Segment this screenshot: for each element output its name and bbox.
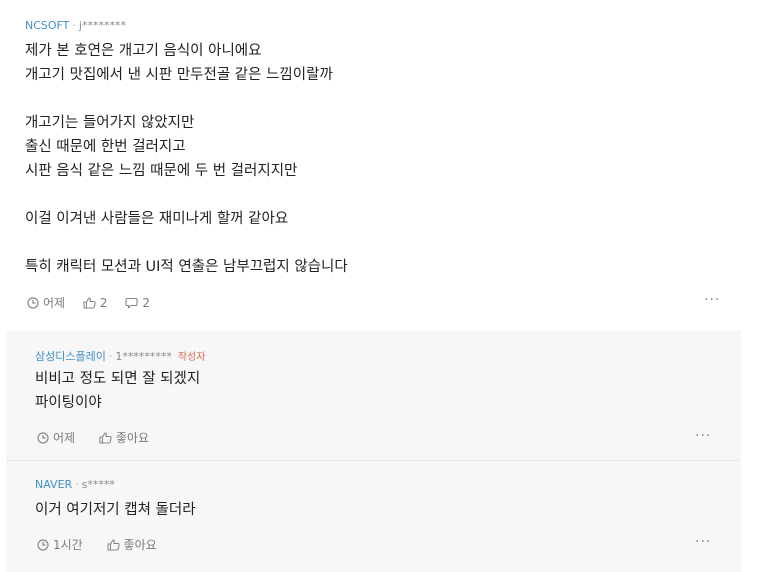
- timestamp: 어제: [37, 429, 75, 446]
- separator: ·: [72, 19, 76, 32]
- reply-body: 이거 여기저기 캡쳐 돌더라: [35, 498, 196, 522]
- user-id: s*****: [81, 478, 115, 491]
- comment-line: 이걸 이겨낸 사람들은 재미나게 할꺼 같아요: [25, 211, 289, 227]
- time-text: 어제: [43, 296, 66, 310]
- user-id: 1*********: [115, 350, 172, 363]
- like-label: 좋아요: [115, 431, 150, 445]
- company-name[interactable]: 삼성디스플레이: [35, 350, 106, 363]
- like-count: 2: [99, 295, 108, 310]
- author-badge: 작성자: [177, 352, 206, 363]
- thumbs-up-icon: [83, 296, 96, 309]
- reply-meta: NAVER · s*****: [35, 478, 115, 491]
- like-button[interactable]: 2: [83, 296, 108, 310]
- comment-line: [25, 183, 348, 207]
- like-button[interactable]: 좋아요: [99, 429, 149, 446]
- time-text: 1시간: [53, 538, 83, 552]
- more-options-icon[interactable]: ···: [695, 428, 711, 444]
- reply: 삼성디스플레이 · 1********* 작성자 비비고 정도 되면 잘 되겠지 파이…: [6, 330, 741, 460]
- comment-line: [25, 87, 348, 111]
- reply: NAVER · s***** 이거 여기저기 캡쳐 돌더라 1시간 좋아요 ···: [6, 461, 741, 572]
- more-options-icon[interactable]: ···: [695, 534, 711, 550]
- separator: ·: [75, 478, 79, 491]
- comment-line: 개고기는 들어가지 않았지만: [25, 115, 195, 131]
- thumbs-up-icon: [99, 431, 112, 444]
- comment-line: 제가 본 호연은 개고기 음식이 아니에요: [25, 43, 262, 59]
- time-text: 어제: [53, 431, 76, 445]
- separator: ·: [108, 350, 113, 363]
- comment-line: 개고기 맛집에서 낸 시판 만두전골 같은 느낌이랄까: [25, 67, 333, 83]
- reply-actions: 1시간 좋아요: [37, 536, 171, 554]
- company-name[interactable]: NAVER: [35, 478, 72, 491]
- comment-line: 시판 음식 같은 느낌 때문에 두 번 걸러지지만: [25, 163, 298, 179]
- clock-icon: [37, 431, 49, 444]
- reply-actions: 어제 좋아요: [37, 429, 163, 447]
- clock-icon: [27, 296, 39, 309]
- company-name[interactable]: NCSOFT: [25, 19, 69, 32]
- comment-line: 출신 때문에 한번 걸러지고: [25, 139, 186, 155]
- reply-meta: 삼성디스플레이 · 1********* 작성자: [35, 348, 205, 364]
- reply-body: 비비고 정도 되면 잘 되겠지 파이팅이야: [35, 367, 200, 415]
- timestamp: 어제: [27, 294, 65, 311]
- reply-line: 비비고 정도 되면 잘 되겠지: [35, 371, 201, 387]
- comment-line: [25, 231, 348, 255]
- comment-body: 제가 본 호연은 개고기 음식이 아니에요 개고기 맛집에서 낸 시판 만두전골…: [25, 39, 348, 279]
- more-options-icon[interactable]: ···: [704, 292, 720, 308]
- reply-line: 이거 여기저기 캡쳐 돌더라: [35, 502, 196, 518]
- timestamp: 1시간: [37, 536, 83, 553]
- thumbs-up-icon: [106, 538, 120, 551]
- like-button[interactable]: 좋아요: [106, 536, 157, 553]
- comment: NCSOFT · j******** 제가 본 호연은 개고기 음식이 아니에요 개…: [0, 0, 766, 330]
- reply-button[interactable]: 2: [125, 296, 150, 310]
- comment-line: 특히 캐릭터 모션과 UI적 연출은 남부끄럽지 않습니다: [25, 259, 348, 275]
- speech-bubble-icon: [125, 297, 138, 308]
- reply-line: 파이팅이야: [35, 395, 102, 411]
- like-label: 좋아요: [123, 538, 157, 552]
- user-id: j********: [78, 19, 126, 32]
- clock-icon: [37, 538, 49, 551]
- reply-count: 2: [142, 295, 151, 310]
- comment-actions: 어제 2 2: [27, 294, 164, 312]
- comment-meta: NCSOFT · j********: [25, 19, 126, 32]
